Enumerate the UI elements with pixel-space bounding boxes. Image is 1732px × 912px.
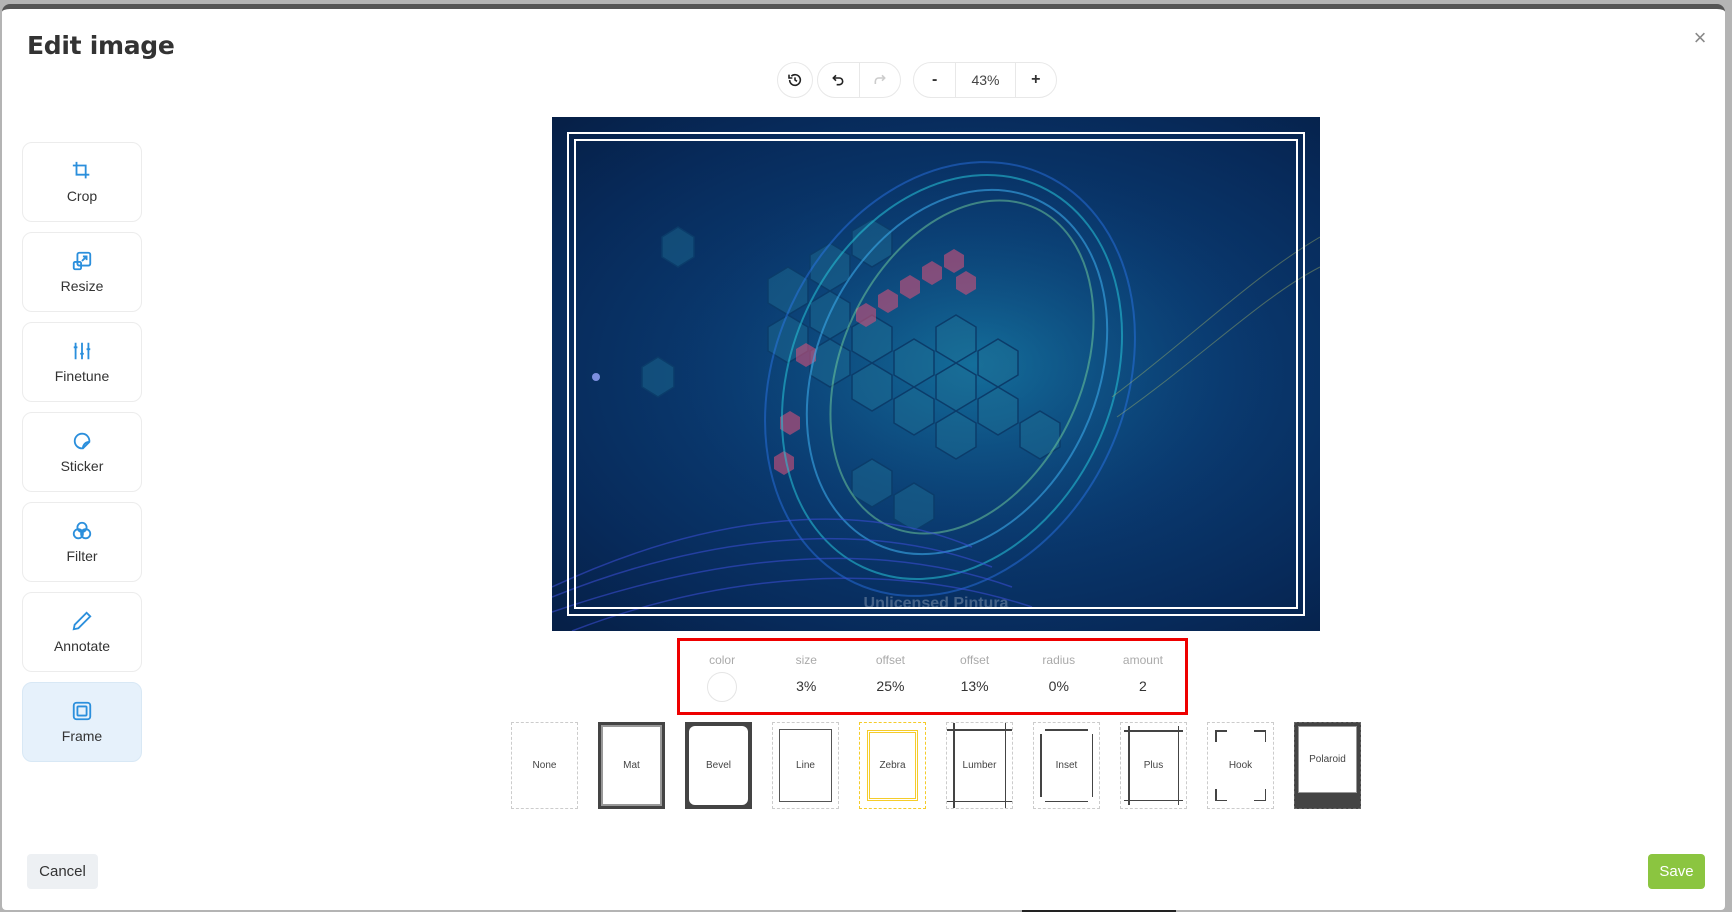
prop-label: offset bbox=[960, 653, 990, 667]
tool-crop[interactable]: Crop bbox=[22, 142, 142, 222]
frame-properties-panel: color size 3% offset 25% offset 13% radi… bbox=[677, 638, 1188, 715]
frame-style-inset[interactable]: Inset bbox=[1033, 722, 1100, 809]
resize-icon bbox=[72, 251, 92, 271]
sticker-icon bbox=[73, 432, 91, 450]
frame-style-label: Bevel bbox=[705, 760, 731, 771]
frame-style-list: None Mat Bevel Line Zebra Lumber Inset P… bbox=[511, 722, 1361, 809]
frame-style-mat[interactable]: Mat bbox=[598, 722, 665, 809]
prop-label: radius bbox=[1042, 653, 1076, 667]
frame-style-label: None bbox=[532, 760, 557, 771]
frame-style-zebra[interactable]: Zebra bbox=[859, 722, 926, 809]
prop-value: 2 bbox=[1139, 678, 1147, 694]
frame-style-polaroid[interactable]: Polaroid bbox=[1294, 722, 1361, 809]
tool-label: Resize bbox=[60, 278, 104, 294]
pencil-icon bbox=[72, 611, 92, 631]
cancel-button[interactable]: Cancel bbox=[27, 854, 98, 889]
prop-size[interactable]: size 3% bbox=[764, 653, 848, 712]
frame-style-hook[interactable]: Hook bbox=[1207, 722, 1274, 809]
prop-value: 3% bbox=[796, 678, 817, 694]
tool-frame[interactable]: Frame bbox=[22, 682, 142, 762]
tool-label: Filter bbox=[66, 548, 98, 564]
redo-icon bbox=[874, 74, 886, 84]
zoom-level[interactable]: 43% bbox=[955, 63, 1014, 97]
undo-redo-group bbox=[817, 62, 901, 98]
color-swatch[interactable] bbox=[707, 672, 738, 702]
frame-style-label: Mat bbox=[623, 760, 640, 771]
prop-label: offset bbox=[875, 653, 905, 667]
frame-style-lumber[interactable]: Lumber bbox=[946, 722, 1013, 809]
frame-style-label: Plus bbox=[1143, 760, 1164, 771]
tool-finetune[interactable]: Finetune bbox=[22, 322, 142, 402]
prop-label: color bbox=[709, 653, 736, 667]
frame-style-plus[interactable]: Plus bbox=[1120, 722, 1187, 809]
frame-icon bbox=[72, 701, 92, 721]
frame-inner-line bbox=[574, 139, 1298, 609]
prop-value: 13% bbox=[960, 678, 989, 694]
frame-style-bevel[interactable]: Bevel bbox=[685, 722, 752, 809]
prop-label: size bbox=[795, 653, 817, 667]
tool-sidebar: Crop Resize Finetune Sticker Filter Anno… bbox=[22, 142, 144, 772]
close-icon: × bbox=[1693, 25, 1707, 50]
zoom-in-button[interactable]: + bbox=[1014, 63, 1056, 97]
tool-label: Crop bbox=[66, 188, 98, 204]
prop-amount[interactable]: amount 2 bbox=[1101, 653, 1185, 712]
prop-value: 0% bbox=[1048, 678, 1069, 694]
sliders-icon bbox=[73, 342, 91, 360]
zoom-out-button[interactable]: - bbox=[914, 63, 955, 97]
history-icon bbox=[788, 73, 802, 87]
image-canvas[interactable]: Unlicensed Pintura bbox=[552, 117, 1320, 631]
tool-label: Annotate bbox=[53, 638, 111, 654]
watermark: Unlicensed Pintura bbox=[863, 595, 1009, 612]
tool-resize[interactable]: Resize bbox=[22, 232, 142, 312]
tool-label: Frame bbox=[61, 728, 103, 744]
tool-label: Finetune bbox=[54, 368, 110, 384]
tool-label: Sticker bbox=[60, 458, 104, 474]
prop-offset-1[interactable]: offset 25% bbox=[848, 653, 932, 712]
frame-style-label: Polaroid bbox=[1309, 754, 1346, 765]
prop-color: color bbox=[680, 653, 764, 712]
save-button[interactable]: Save bbox=[1648, 854, 1705, 889]
frame-style-label: Inset bbox=[1055, 760, 1078, 771]
frame-style-label: Hook bbox=[1228, 760, 1253, 771]
close-button[interactable]: × bbox=[1689, 27, 1711, 49]
edit-image-dialog: Edit image × Crop Resize Finetune Sticke… bbox=[2, 4, 1725, 910]
filter-icon bbox=[72, 521, 92, 540]
prop-label: amount bbox=[1122, 653, 1163, 667]
frame-style-label: Line bbox=[796, 760, 815, 771]
dialog-title: Edit image bbox=[27, 31, 175, 60]
revert-button[interactable] bbox=[777, 62, 813, 98]
prop-value: 25% bbox=[876, 678, 905, 694]
tool-annotate[interactable]: Annotate bbox=[22, 592, 142, 672]
frame-style-label: Zebra bbox=[879, 760, 906, 771]
zoom-group: - 43% + bbox=[913, 62, 1057, 98]
tool-filter[interactable]: Filter bbox=[22, 502, 142, 582]
frame-style-none[interactable]: None bbox=[511, 722, 578, 809]
tool-sticker[interactable]: Sticker bbox=[22, 412, 142, 492]
editor-toolbar: - 43% + bbox=[777, 62, 1057, 98]
crop-icon bbox=[72, 161, 90, 179]
undo-button[interactable] bbox=[818, 63, 859, 97]
frame-style-line[interactable]: Line bbox=[772, 722, 839, 809]
frame-style-label: Lumber bbox=[962, 760, 997, 771]
undo-icon bbox=[832, 74, 844, 86]
prop-offset-2[interactable]: offset 13% bbox=[933, 653, 1017, 712]
redo-button[interactable] bbox=[858, 63, 900, 97]
prop-radius[interactable]: radius 0% bbox=[1017, 653, 1101, 712]
